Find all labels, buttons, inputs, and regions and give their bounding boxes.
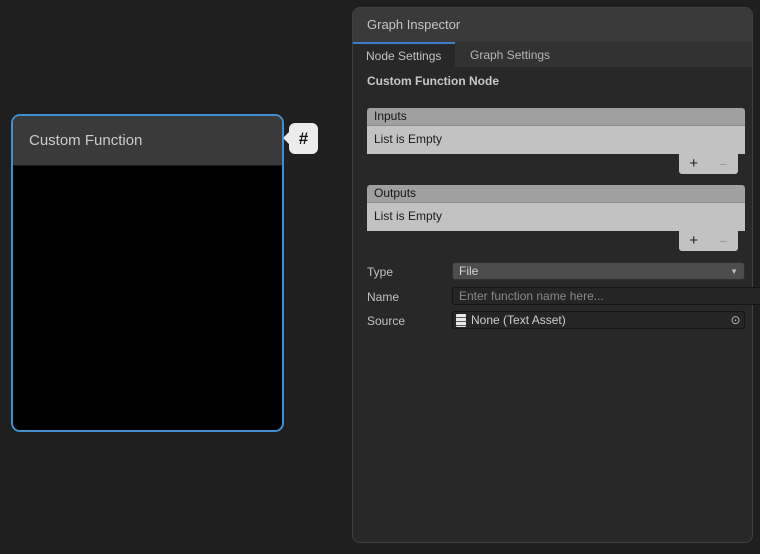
source-object-value: None (Text Asset) bbox=[471, 313, 727, 327]
node-precision-badge[interactable]: # bbox=[289, 123, 318, 154]
outputs-empty-label: List is Empty bbox=[374, 209, 442, 223]
type-dropdown[interactable]: File ▼ bbox=[452, 262, 745, 280]
outputs-list-header[interactable]: Outputs bbox=[367, 185, 745, 203]
outputs-list-header-label: Outputs bbox=[374, 186, 416, 200]
type-field-row: Type File ▼ bbox=[367, 262, 745, 282]
node-settings-heading: Custom Function Node bbox=[367, 74, 499, 88]
badge-tail bbox=[283, 131, 297, 145]
outputs-list-footer: + − bbox=[679, 231, 738, 251]
chevron-down-icon: ▼ bbox=[730, 267, 738, 276]
name-field-row: Name bbox=[367, 287, 745, 307]
object-picker-button[interactable]: ⊙ bbox=[727, 312, 744, 328]
tab-graph-settings-label: Graph Settings bbox=[470, 48, 550, 62]
source-field-row: Source None (Text Asset) ⊙ bbox=[367, 311, 745, 331]
outputs-list-empty-row: List is Empty bbox=[367, 203, 745, 231]
node-title: Custom Function bbox=[29, 132, 142, 149]
outputs-remove-button[interactable]: − bbox=[709, 231, 739, 251]
inputs-empty-label: List is Empty bbox=[374, 132, 442, 146]
inputs-list-empty-row: List is Empty bbox=[367, 126, 745, 154]
source-label: Source bbox=[367, 312, 405, 330]
function-name-input[interactable] bbox=[452, 287, 760, 305]
inputs-remove-button[interactable]: − bbox=[709, 154, 739, 174]
hash-icon: # bbox=[299, 129, 308, 149]
source-object-field[interactable]: None (Text Asset) ⊙ bbox=[452, 311, 745, 329]
name-label: Name bbox=[367, 288, 399, 306]
tab-bar: Node Settings Graph Settings bbox=[353, 42, 752, 67]
shader-graph-window: Custom Function # Graph Inspector Node S… bbox=[0, 0, 760, 554]
outputs-add-button[interactable]: + bbox=[679, 231, 709, 251]
graph-inspector-panel: Graph Inspector Node Settings Graph Sett… bbox=[352, 7, 753, 543]
outputs-list: Outputs List is Empty + − bbox=[367, 185, 745, 231]
inputs-add-button[interactable]: + bbox=[679, 154, 709, 174]
text-asset-icon bbox=[456, 314, 466, 327]
tab-node-settings[interactable]: Node Settings bbox=[353, 42, 455, 67]
node-body bbox=[13, 167, 282, 430]
object-picker-icon: ⊙ bbox=[730, 313, 740, 327]
node-title-bar[interactable]: Custom Function bbox=[13, 116, 282, 166]
panel-title-bar[interactable]: Graph Inspector bbox=[353, 8, 752, 42]
inputs-list-header-label: Inputs bbox=[374, 109, 407, 123]
inputs-list: Inputs List is Empty + − bbox=[367, 108, 745, 154]
panel-title: Graph Inspector bbox=[367, 17, 460, 32]
inputs-list-header[interactable]: Inputs bbox=[367, 108, 745, 126]
type-label: Type bbox=[367, 263, 393, 281]
type-dropdown-value: File bbox=[459, 264, 730, 278]
custom-function-node[interactable]: Custom Function bbox=[11, 114, 284, 432]
tab-node-settings-label: Node Settings bbox=[366, 49, 441, 63]
inputs-list-footer: + − bbox=[679, 154, 738, 174]
tab-graph-settings[interactable]: Graph Settings bbox=[455, 42, 570, 67]
